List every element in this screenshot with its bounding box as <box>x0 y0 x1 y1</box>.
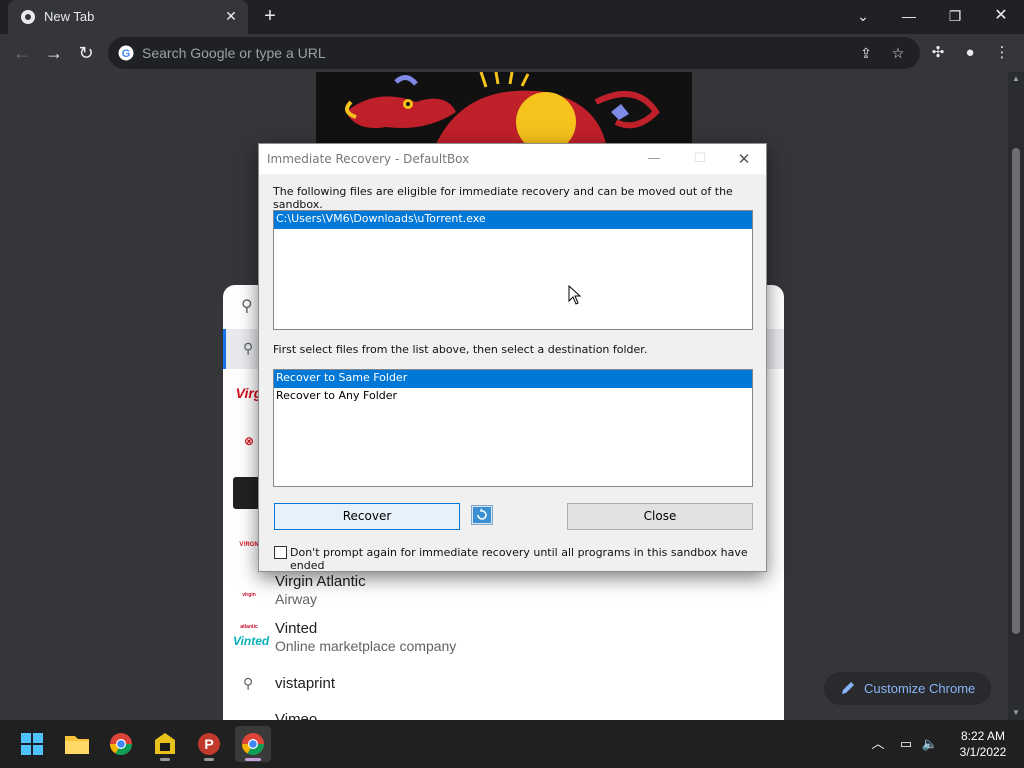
tab-title: New Tab <box>44 9 95 24</box>
chrome-icon <box>242 733 264 755</box>
forward-icon[interactable]: → <box>40 39 68 67</box>
destination-item-any-folder[interactable]: Recover to Any Folder <box>274 388 752 406</box>
files-label: The following files are eligible for imm… <box>273 185 733 211</box>
suggestion-item[interactable]: Vinted Vinted Online marketplace company <box>223 617 784 665</box>
customize-label: Customize Chrome <box>864 681 976 696</box>
search-icon: ⚲ <box>243 340 254 356</box>
clock-time: 8:22 AM <box>960 729 1006 743</box>
dialog-minimize-button[interactable]: — <box>631 144 677 174</box>
taskbar-sandboxie[interactable] <box>147 726 183 762</box>
windows-start-icon <box>21 733 43 755</box>
search-icon: ⚲ <box>241 298 253 315</box>
taskbar-psiphon[interactable]: P <box>191 726 227 762</box>
customize-chrome-button[interactable]: Customize Chrome <box>824 672 991 705</box>
profile-icon[interactable]: ● <box>960 43 980 63</box>
svg-text:P: P <box>204 736 213 752</box>
mouse-cursor-icon <box>568 285 582 305</box>
suggestion-title: Vinted <box>275 620 318 637</box>
suggestion-title: Vimeo <box>275 711 318 720</box>
window-close-button[interactable]: ✕ <box>978 0 1024 32</box>
chrome-icon <box>110 733 132 755</box>
taskbar-clock[interactable]: 8:22 AM 3/1/2022 <box>950 728 1016 760</box>
suggestion-item[interactable]: Vimeo <box>223 709 784 720</box>
recover-button[interactable]: Recover <box>274 503 460 530</box>
dialog-titlebar: Immediate Recovery - DefaultBox — ☐ ✕ <box>259 144 766 174</box>
volume-icon[interactable]: 🔈 <box>920 734 940 754</box>
sandboxie-icon <box>155 733 175 754</box>
immediate-recovery-dialog: Immediate Recovery - DefaultBox — ☐ ✕ Th… <box>258 143 767 572</box>
tab-search-icon[interactable]: ⌄ <box>840 0 886 32</box>
reload-icon[interactable]: ↻ <box>72 39 100 67</box>
dialog-title: Immediate Recovery - DefaultBox <box>267 152 470 166</box>
dialog-maximize-button: ☐ <box>694 151 706 166</box>
close-button[interactable]: Close <box>567 503 753 530</box>
windows-taskbar: P ︿ ▭ 🔈 8:22 AM 3/1/2022 <box>0 720 1024 768</box>
destination-item-same-folder[interactable]: Recover to Same Folder <box>274 370 752 388</box>
virgin-atlantic-logo-icon: virgin atlantic <box>240 592 258 630</box>
vinted-logo-icon: Vinted <box>233 634 270 648</box>
running-indicator <box>245 758 261 761</box>
search-icon: ⚲ <box>243 675 254 691</box>
taskbar-file-explorer[interactable] <box>59 726 95 762</box>
scroll-down-icon[interactable]: ▼ <box>1008 706 1024 720</box>
page-scrollbar[interactable]: ▲ ▼ <box>1008 72 1024 720</box>
bookmark-star-icon[interactable]: ☆ <box>888 43 908 63</box>
omnibox-placeholder: Search Google or type a URL <box>142 45 326 61</box>
tray-overflow-icon[interactable]: ︿ <box>868 734 888 754</box>
folder-icon <box>65 736 89 754</box>
svg-text:G: G <box>122 48 131 60</box>
files-listbox[interactable]: C:\Users\VM6\Downloads\uTorrent.exe <box>273 210 753 330</box>
menu-icon[interactable]: ⋮ <box>992 43 1012 63</box>
dragon-illustration <box>316 72 692 144</box>
suggestion-item[interactable]: virgin atlantic Virgin Atlantic Airway <box>223 569 784 630</box>
new-tab-button[interactable]: + <box>258 4 282 28</box>
dont-prompt-label: Don't prompt again for immediate recover… <box>290 546 748 572</box>
back-icon[interactable]: ← <box>8 39 36 67</box>
omnibox[interactable]: G Search Google or type a URL ⇪ ☆ <box>108 37 920 69</box>
suggestion-subtitle: Airway <box>275 591 318 607</box>
google-icon: G <box>118 45 134 61</box>
destination-listbox[interactable]: Recover to Same Folder Recover to Any Fo… <box>273 369 753 487</box>
suggestion-item[interactable]: ⚲ vistaprint <box>223 665 784 707</box>
minimize-button[interactable]: — <box>886 0 932 32</box>
network-icon[interactable]: ▭ <box>896 734 916 754</box>
file-item[interactable]: C:\Users\VM6\Downloads\uTorrent.exe <box>274 211 752 229</box>
taskbar-chrome[interactable] <box>103 726 139 762</box>
tab-strip: New Tab ✕ + ⌄ — ❐ ✕ <box>0 0 1024 34</box>
suggestion-subtitle: Online marketplace company <box>275 638 457 654</box>
psiphon-icon: P <box>198 733 220 755</box>
clock-date: 3/1/2022 <box>959 745 1007 759</box>
refresh-button[interactable] <box>471 505 493 525</box>
suggestion-title: Virgin Atlantic <box>275 573 366 590</box>
refresh-icon <box>473 507 491 523</box>
extensions-icon[interactable]: ✣ <box>928 43 948 63</box>
running-indicator <box>204 758 214 761</box>
tab-close-icon[interactable]: ✕ <box>222 7 240 25</box>
selection-indicator <box>223 329 226 369</box>
chrome-icon <box>21 10 35 24</box>
scroll-up-icon[interactable]: ▲ <box>1008 72 1024 86</box>
start-button[interactable] <box>14 726 50 762</box>
destination-label: First select files from the list above, … <box>273 343 648 356</box>
share-icon[interactable]: ⇪ <box>856 43 876 63</box>
tab-new-tab[interactable]: New Tab ✕ <box>8 0 248 34</box>
scroll-thumb[interactable] <box>1012 148 1020 634</box>
restore-button[interactable]: ❐ <box>932 0 978 32</box>
browser-toolbar: ← → ↻ G Search Google or type a URL ⇪ ☆ … <box>0 34 1024 72</box>
google-doodle[interactable] <box>316 72 692 144</box>
pencil-icon <box>842 682 854 694</box>
dialog-close-icon[interactable]: ✕ <box>721 144 767 174</box>
running-indicator <box>160 758 170 761</box>
taskbar-chrome-active[interactable] <box>235 726 271 762</box>
suggestion-title: vistaprint <box>275 675 336 692</box>
dont-prompt-checkbox[interactable] <box>274 546 287 559</box>
